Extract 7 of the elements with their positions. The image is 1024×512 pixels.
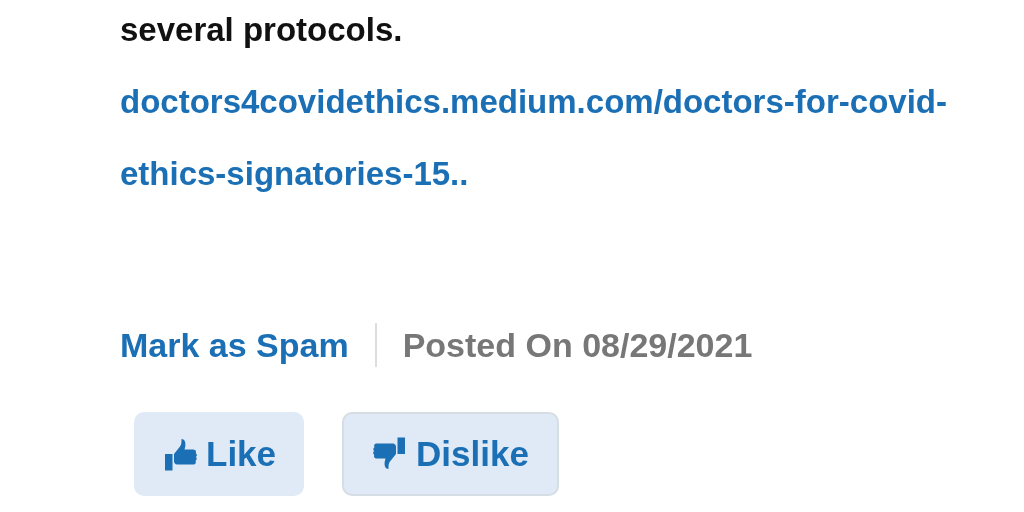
posted-date: Posted On 08/29/2021 bbox=[402, 324, 753, 366]
like-button[interactable]: Like bbox=[134, 412, 305, 496]
thumbs-up-icon bbox=[162, 436, 198, 472]
dislike-button[interactable]: Dislike bbox=[342, 412, 559, 496]
comment-text: several protocols. bbox=[120, 10, 404, 50]
mark-spam-link[interactable]: Mark as Spam bbox=[120, 319, 349, 371]
comment-link[interactable]: doctors4covidethics.medium.com/doctors-for-covid-ethics-signatories-15.. bbox=[120, 66, 950, 210]
